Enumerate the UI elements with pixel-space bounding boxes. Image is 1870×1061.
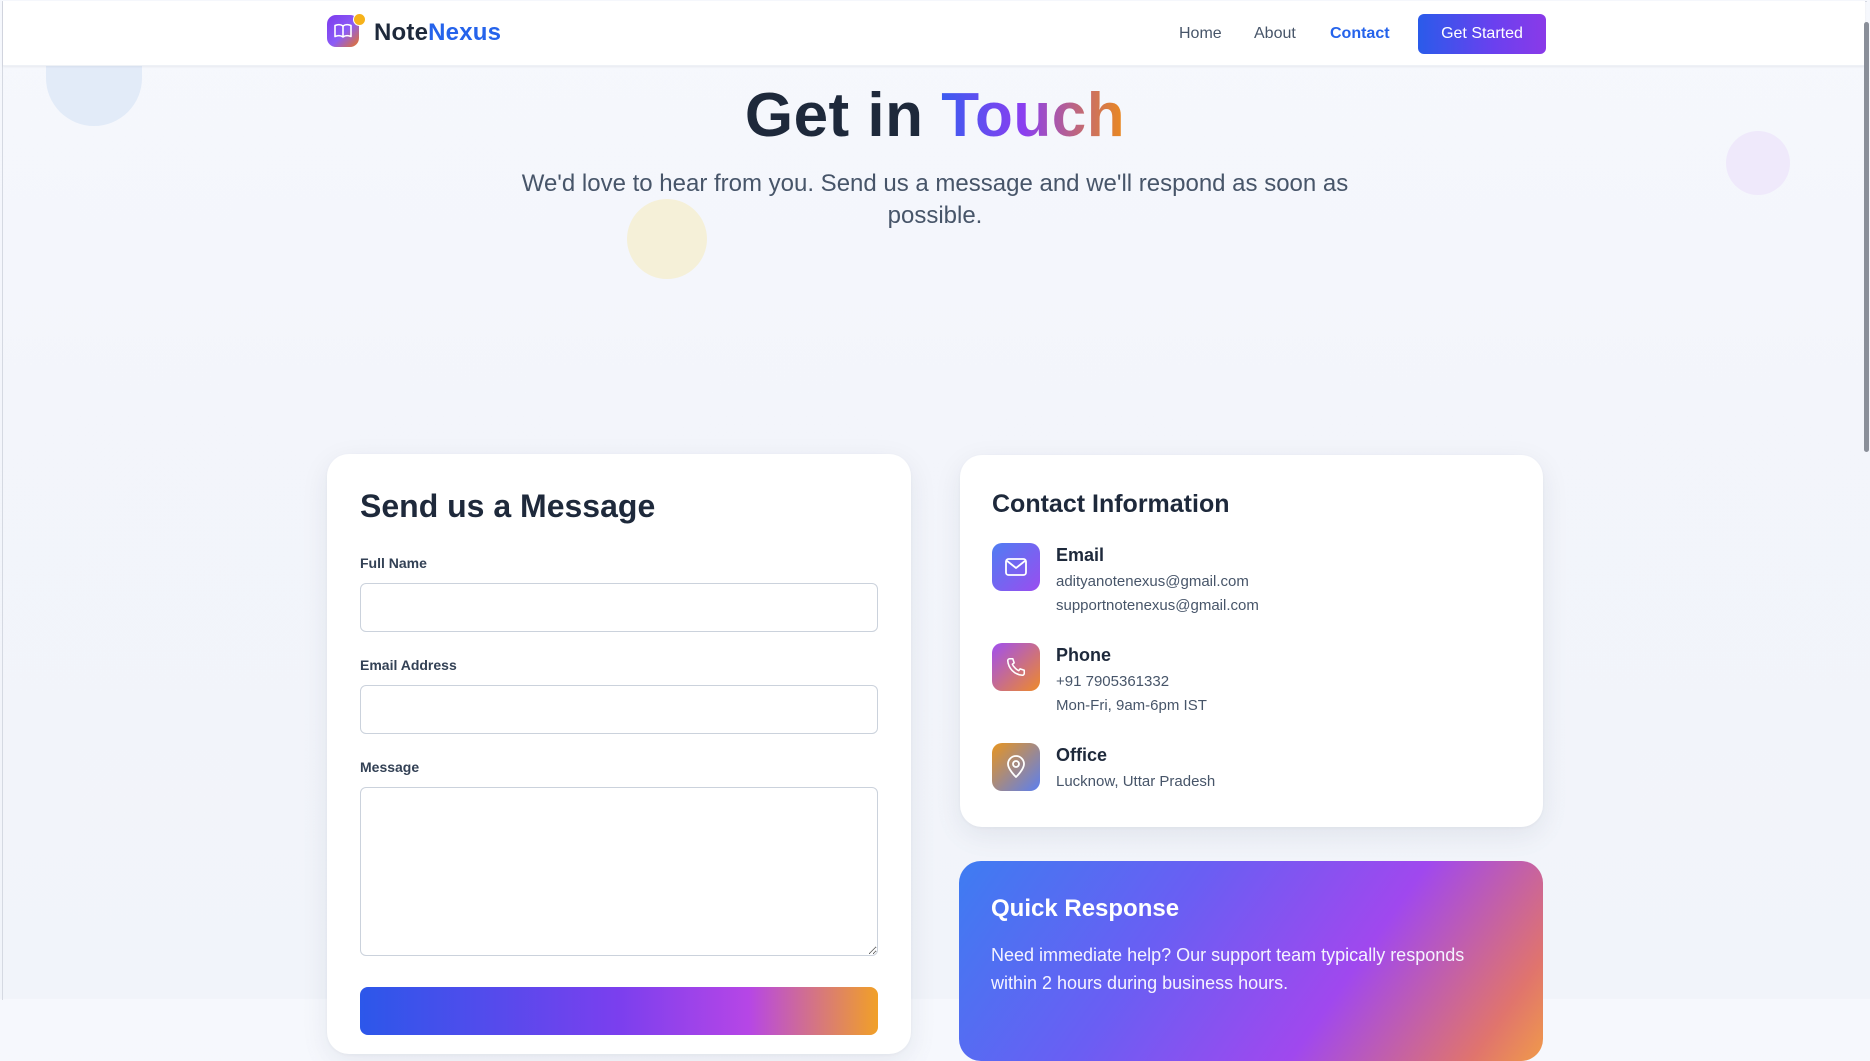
brand-name-part1: Note xyxy=(374,19,429,46)
quick-response-title: Quick Response xyxy=(991,895,1180,922)
page-title: Get in Touch xyxy=(0,80,1870,151)
contact-form-card: Send us a Message Full Name Email Addres… xyxy=(327,454,911,1054)
quick-response-text: Need immediate help? Our support team ty… xyxy=(991,945,1465,993)
page-title-plain: Get in xyxy=(744,81,924,150)
top-navbar: NoteNexus Home About Contact Get Started xyxy=(3,1,1865,66)
logo-notification-dot xyxy=(353,13,366,26)
brand-name[interactable]: NoteNexus xyxy=(374,19,501,47)
email-input[interactable] xyxy=(360,685,878,734)
contact-info-card: Contact Information Email adityanotenexu… xyxy=(960,455,1543,827)
contact-info-title: Contact Information xyxy=(992,490,1230,518)
page-title-accent: Touch xyxy=(941,81,1126,150)
message-label: Message xyxy=(360,759,420,775)
form-title: Send us a Message xyxy=(360,488,656,524)
contact-item-heading: Email xyxy=(1056,545,1105,565)
contact-item-heading: Phone xyxy=(1056,645,1112,665)
full-name-input[interactable] xyxy=(360,583,878,632)
page-scrollbar[interactable] xyxy=(1864,22,1869,452)
mail-icon xyxy=(992,543,1040,591)
nav-link-about[interactable]: About xyxy=(1254,25,1296,43)
office-location: Lucknow, Uttar Pradesh xyxy=(1056,773,1216,790)
phone-hours: Mon-Fri, 9am-6pm IST xyxy=(1056,697,1207,714)
send-message-button[interactable] xyxy=(360,987,878,1035)
email-label: Email Address xyxy=(360,657,457,673)
nav-link-contact[interactable]: Contact xyxy=(1330,25,1390,43)
page-subtitle: We'd love to hear from you. Send us a me… xyxy=(521,170,1349,229)
nav-link-home[interactable]: Home xyxy=(1179,25,1222,43)
get-started-button[interactable]: Get Started xyxy=(1418,14,1546,54)
phone-number[interactable]: +91 7905361332 xyxy=(1056,673,1169,690)
email-address-support[interactable]: supportnotenexus@gmail.com xyxy=(1056,597,1259,614)
quick-response-card: Quick Response Need immediate help? Our … xyxy=(959,861,1543,1061)
contact-item-heading: Office xyxy=(1056,745,1108,765)
message-textarea[interactable] xyxy=(360,787,878,956)
book-open-icon xyxy=(334,23,352,38)
full-name-label: Full Name xyxy=(360,555,427,571)
brand-name-part2: Nexus xyxy=(428,19,502,46)
email-address-primary[interactable]: adityanotenexus@gmail.com xyxy=(1056,573,1249,590)
phone-icon xyxy=(992,643,1040,691)
map-pin-icon xyxy=(992,743,1040,791)
